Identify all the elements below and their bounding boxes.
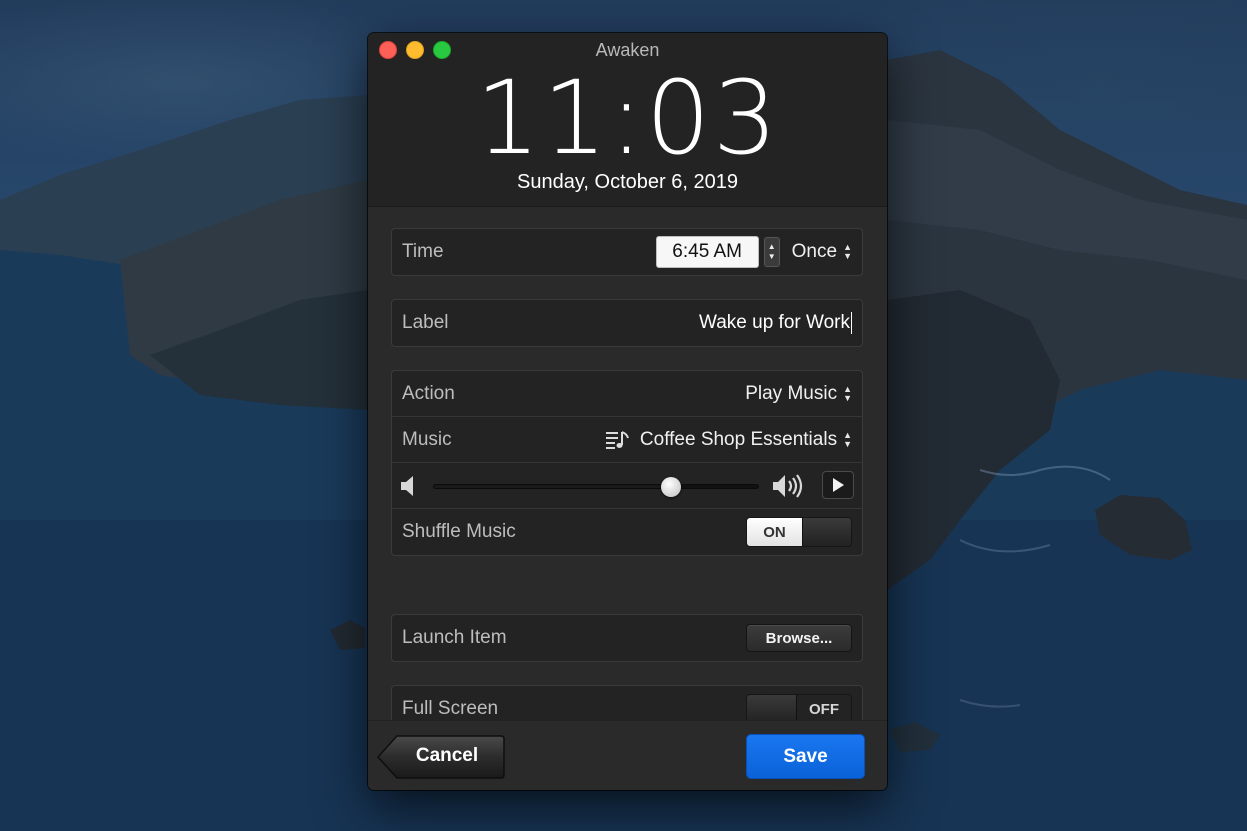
save-button[interactable]: Save <box>746 734 865 779</box>
music-value: Coffee Shop Essentials <box>639 428 838 450</box>
shuffle-toggle[interactable]: ON <box>746 517 852 547</box>
titlebar: Awaken 11:03 Sunday, October 6, 2019 <box>368 33 887 207</box>
label-input[interactable]: Wake up for Work <box>699 312 852 334</box>
action-value: Play Music <box>745 382 838 404</box>
updown-arrows-icon: ▲ ▼ <box>843 242 852 261</box>
music-group: Action Play Music ▲ ▼ Music Coffee Shop … <box>391 370 863 556</box>
fullscreen-label: Full Screen <box>402 698 499 719</box>
alarm-time-field[interactable]: 6:45 AM <box>655 236 759 268</box>
cancel-button[interactable]: Cancel <box>377 735 505 779</box>
label-input-value: Wake up for Work <box>699 312 850 333</box>
label-group: Label Wake up for Work <box>391 299 863 347</box>
fullscreen-toggle-label: OFF <box>797 695 851 723</box>
browse-button[interactable]: Browse... <box>746 624 852 652</box>
launch-row: Launch Item Browse... <box>392 615 862 661</box>
volume-high-icon[interactable] <box>773 472 807 500</box>
music-select[interactable]: Coffee Shop Essentials ▲ ▼ <box>605 428 852 451</box>
time-label: Time <box>402 241 444 262</box>
launch-group: Launch Item Browse... <box>391 614 863 662</box>
volume-slider-fill <box>434 485 671 488</box>
current-time-display: 11:03 <box>475 59 780 178</box>
play-icon <box>833 478 844 492</box>
current-date-display: Sunday, October 6, 2019 <box>517 171 738 193</box>
fullscreen-toggle-knob <box>747 695 797 723</box>
preview-play-button[interactable] <box>822 471 854 499</box>
playlist-icon <box>605 430 629 449</box>
music-label: Music <box>402 428 452 450</box>
shuffle-label: Shuffle Music <box>402 521 516 542</box>
shuffle-toggle-label: ON <box>747 518 802 546</box>
volume-low-icon[interactable] <box>401 475 417 497</box>
cancel-button-label: Cancel <box>415 745 479 766</box>
action-select[interactable]: Play Music ▲ ▼ <box>745 383 852 405</box>
updown-arrows-icon: ▲ ▼ <box>843 383 852 403</box>
repeat-value: Once <box>791 241 838 262</box>
alarm-settings: Time 6:45 AM ▲ ▼ Once ▲ ▼ Label Wake up … <box>368 208 887 733</box>
stepper-up-icon[interactable]: ▲ <box>768 242 776 252</box>
awaken-window: Awaken 11:03 Sunday, October 6, 2019 Tim… <box>368 33 887 790</box>
repeat-select[interactable]: Once ▲ ▼ <box>792 241 852 263</box>
time-group: Time 6:45 AM ▲ ▼ Once ▲ ▼ <box>391 228 863 276</box>
time-row: Time 6:45 AM ▲ ▼ Once ▲ ▼ <box>392 229 862 275</box>
action-label: Action <box>402 382 455 404</box>
volume-slider[interactable] <box>433 477 759 497</box>
label-row: Label Wake up for Work <box>392 300 862 346</box>
updown-arrows-icon: ▲ ▼ <box>843 429 852 449</box>
footer: Cancel Save <box>368 720 887 790</box>
label-label: Label <box>402 312 449 333</box>
action-row: Action Play Music ▲ ▼ <box>392 371 862 417</box>
time-stepper[interactable]: ▲ ▼ <box>763 237 780 267</box>
music-row: Music Coffee Shop Essentials ▲ ▼ <box>392 417 862 463</box>
stepper-down-icon[interactable]: ▼ <box>768 252 776 262</box>
text-cursor <box>851 312 852 334</box>
launch-label: Launch Item <box>402 627 507 648</box>
volume-row <box>392 463 862 509</box>
volume-slider-knob[interactable] <box>660 477 681 497</box>
shuffle-row: Shuffle Music ON <box>392 509 862 555</box>
window-title: Awaken <box>595 40 660 60</box>
shuffle-toggle-knob <box>801 518 851 546</box>
